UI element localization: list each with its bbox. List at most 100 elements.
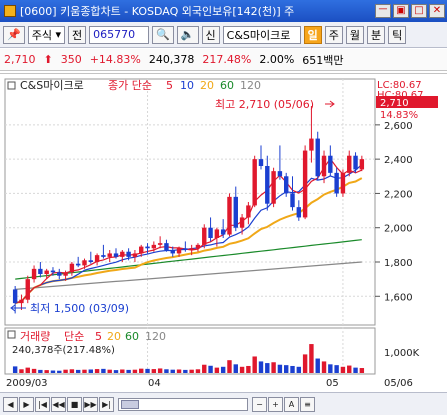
volume-bar bbox=[12, 366, 18, 373]
last-page-icon[interactable]: ▶| bbox=[99, 396, 114, 412]
volume-bar bbox=[132, 369, 138, 373]
candle-body bbox=[214, 229, 220, 238]
stock-prefix-button[interactable]: 신 bbox=[201, 25, 220, 44]
search-icon[interactable]: 🔍 bbox=[152, 25, 174, 44]
volume-bar bbox=[246, 365, 251, 373]
tab-tick[interactable]: 틱 bbox=[388, 25, 407, 44]
candle-body bbox=[132, 253, 138, 257]
volume-bar bbox=[170, 369, 175, 373]
market-select[interactable]: 주식 ▾ bbox=[27, 25, 65, 44]
quote-info-row: 2,710 ⬆ 350 +14.83% 240,378 217.48% 2.00… bbox=[0, 49, 447, 71]
candle-body bbox=[258, 159, 264, 166]
volume-bar bbox=[227, 360, 232, 373]
title-bar: [0600] 키움종합차트 - KOSDAQ 외국인보유[142(천)] 주 ㅡ… bbox=[0, 0, 447, 22]
volume-bar bbox=[139, 368, 144, 373]
up-arrow-icon: ⬆ bbox=[43, 53, 53, 66]
minimize-button[interactable]: ㅡ bbox=[375, 4, 391, 18]
volume-bar bbox=[321, 361, 327, 373]
pin-icon[interactable]: 📌 bbox=[3, 25, 25, 44]
volume-bar bbox=[126, 369, 131, 373]
tab-daily[interactable]: 일 bbox=[303, 25, 322, 44]
candle-body bbox=[126, 251, 131, 257]
candle-body bbox=[25, 279, 30, 300]
tab-weekly[interactable]: 주 bbox=[324, 25, 343, 44]
candle-body bbox=[176, 248, 182, 254]
price-tag: 2,710 bbox=[380, 98, 409, 109]
volume-bar bbox=[309, 344, 314, 373]
volume-bar bbox=[277, 364, 283, 373]
volume-bar bbox=[101, 368, 106, 373]
period-button[interactable]: 전 bbox=[67, 25, 87, 44]
candle-body bbox=[296, 207, 302, 218]
next-page-icon[interactable]: ▶▶ bbox=[83, 396, 98, 412]
ma-period-10: 10 bbox=[180, 79, 194, 92]
price-change-pct: +14.83% bbox=[89, 53, 141, 66]
volume-bar bbox=[57, 370, 62, 373]
ma-period-120: 120 bbox=[240, 79, 261, 92]
chart-scrollbar[interactable] bbox=[118, 397, 248, 411]
x-label-may: 05 bbox=[326, 378, 339, 389]
candle-body bbox=[50, 270, 56, 273]
volume-bar bbox=[239, 366, 245, 373]
candle-body bbox=[347, 155, 352, 173]
candle-body bbox=[63, 272, 68, 276]
candle-body bbox=[315, 138, 320, 177]
text-tool-icon[interactable]: A bbox=[284, 396, 299, 412]
pct-tag: 14.83% bbox=[380, 110, 418, 121]
stop-icon[interactable]: ■ bbox=[67, 396, 82, 412]
candle-body bbox=[353, 155, 358, 170]
restore-button[interactable]: ▣ bbox=[393, 4, 409, 18]
volume-bar bbox=[120, 369, 125, 373]
price-panel bbox=[4, 78, 376, 326]
first-page-icon[interactable]: |◀ bbox=[35, 396, 50, 412]
speaker-icon[interactable]: 🔈 bbox=[176, 25, 199, 44]
tab-minute[interactable]: 분 bbox=[367, 25, 386, 44]
volume-bar bbox=[69, 369, 75, 373]
zoom-out-icon[interactable]: − bbox=[252, 396, 267, 412]
volume-bar bbox=[19, 369, 24, 373]
volume-bar bbox=[50, 370, 56, 373]
zoom-in-icon[interactable]: + bbox=[268, 396, 283, 412]
volume-pct: 217.48% bbox=[202, 53, 252, 66]
candle-body bbox=[277, 171, 283, 177]
candle-body bbox=[164, 243, 169, 250]
stock-name-field: C&S마이크로 bbox=[222, 25, 301, 44]
settings-icon[interactable]: ≡ bbox=[300, 396, 315, 412]
volume-bar bbox=[302, 354, 308, 373]
volume-bar bbox=[208, 365, 213, 373]
left-arrow-icon[interactable]: ◀ bbox=[3, 396, 18, 412]
volume-ma-60: 60 bbox=[125, 330, 139, 343]
candle-body bbox=[246, 205, 251, 218]
chart-area[interactable]: 2,600 2,400 2,200 2,000 1,800 1,600 C&S마이크로 종… bbox=[0, 73, 447, 392]
volume-bar bbox=[202, 364, 207, 373]
app-icon bbox=[4, 5, 16, 17]
candle-body bbox=[113, 253, 119, 257]
y-tick-label: 2,600 bbox=[384, 121, 413, 132]
volume-bar bbox=[271, 362, 276, 373]
volume-bar bbox=[189, 369, 194, 373]
volume-bar bbox=[258, 361, 264, 373]
y-tick-label: 1,600 bbox=[384, 292, 413, 303]
candle-body bbox=[139, 246, 144, 254]
window-title: [0600] 키움종합차트 - KOSDAQ 외국인보유[142(천)] 주 bbox=[20, 5, 295, 18]
volume-bar bbox=[353, 367, 358, 373]
scroll-thumb[interactable] bbox=[121, 399, 139, 409]
candle-body bbox=[328, 155, 333, 173]
volume-bar bbox=[283, 365, 289, 373]
tab-monthly[interactable]: 월 bbox=[345, 25, 365, 44]
stock-code-input[interactable]: 065770 bbox=[89, 25, 150, 44]
prev-page-icon[interactable]: ◀◀ bbox=[51, 396, 66, 412]
volume-bar bbox=[164, 369, 169, 373]
candle-body bbox=[334, 172, 339, 194]
ma-period-60: 60 bbox=[220, 79, 234, 92]
price-chart[interactable]: 2,600 2,400 2,200 2,000 1,800 1,600 C&S마이크로 종… bbox=[0, 74, 447, 392]
candle-body bbox=[290, 193, 295, 208]
close-button[interactable]: ✕ bbox=[429, 4, 445, 18]
volume-ma-120: 120 bbox=[145, 330, 166, 343]
volume-bar bbox=[214, 367, 220, 373]
volume-bar bbox=[25, 367, 30, 373]
amount-value: 651백만 bbox=[302, 53, 344, 67]
maximize-button[interactable]: □ bbox=[411, 4, 427, 18]
right-arrow-icon[interactable]: ▶ bbox=[19, 396, 34, 412]
candle-body bbox=[31, 268, 37, 280]
